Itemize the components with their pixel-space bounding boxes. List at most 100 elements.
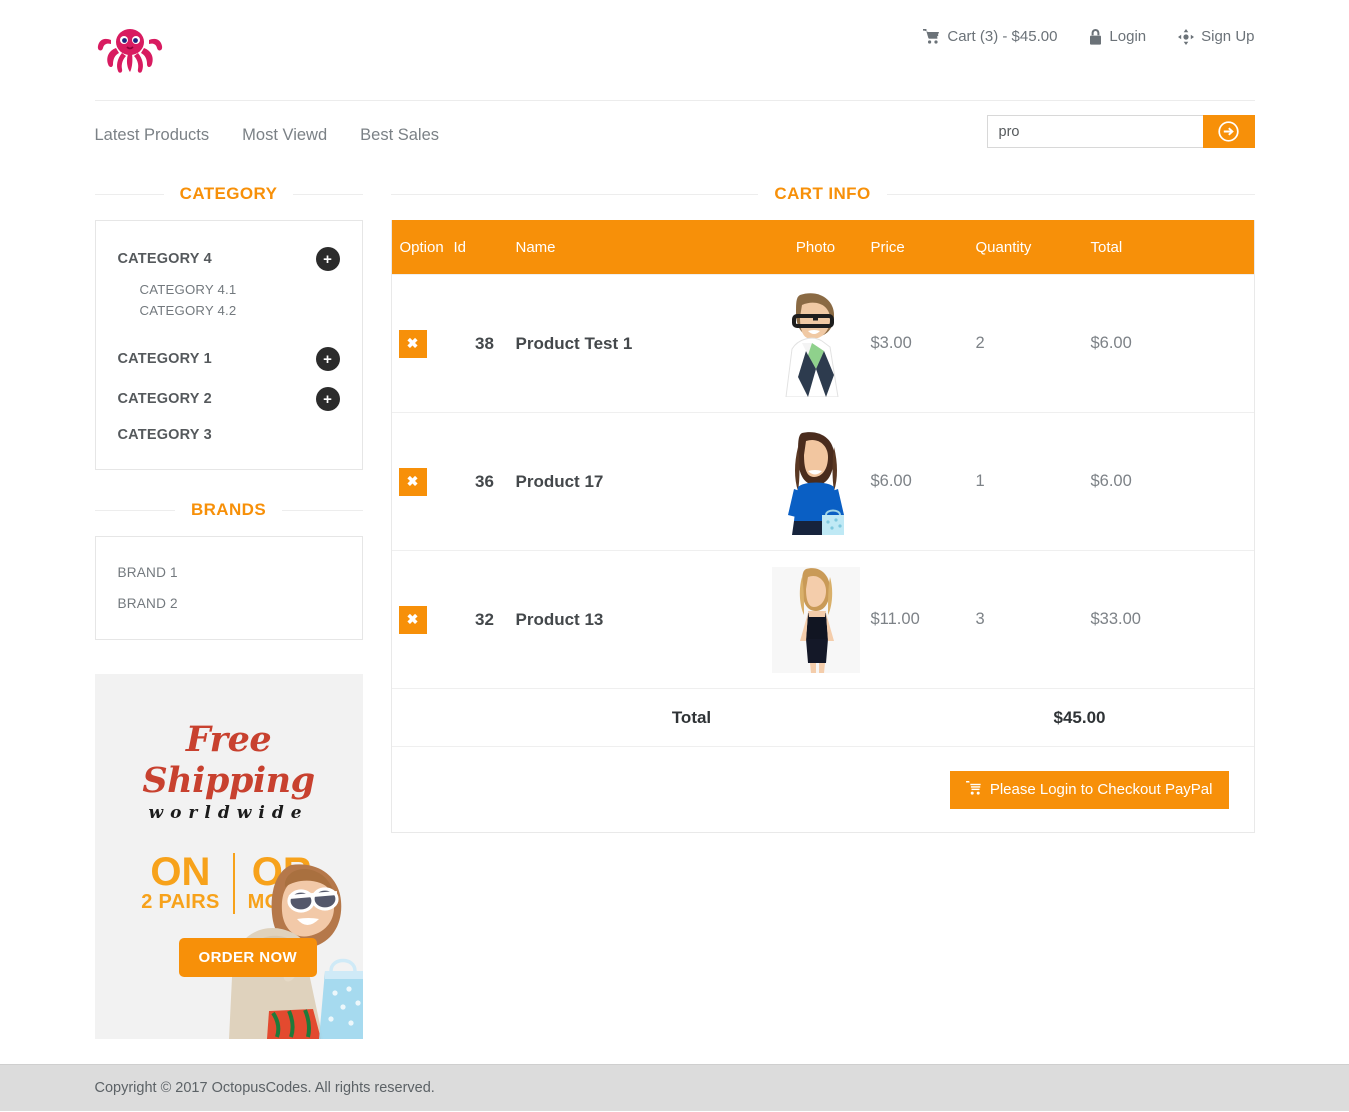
cell-id: 32 — [475, 609, 494, 629]
cell-option: ✖ — [392, 605, 454, 634]
category-item-1[interactable]: CATEGORY 1 + — [118, 339, 340, 379]
cell-quantity: 2 — [975, 334, 985, 352]
cell-total: $6.00 — [1090, 472, 1132, 490]
top-bar: Cart (3) - $45.00 Login Sign Up — [95, 0, 1255, 100]
cell-photo — [761, 566, 871, 673]
promo-banner-subtitle: worldwide — [148, 803, 309, 823]
cell-name: Product 13 — [515, 609, 604, 629]
cell-photo — [761, 291, 871, 397]
subcategory-4-1[interactable]: CATEGORY 4.1 — [140, 279, 340, 300]
search-box — [986, 115, 1255, 148]
column-header-price: Price — [870, 238, 905, 256]
cart-icon — [923, 29, 940, 44]
category-item-4-label: CATEGORY 4 — [117, 251, 212, 267]
cart-info-heading: CART INFO — [390, 184, 1255, 204]
main-area: CATEGORY CATEGORY 4 + CATEGORY 4.1 CATEG… — [94, 184, 1255, 1039]
category-item-1-expand-button[interactable]: + — [315, 347, 340, 371]
signup-link[interactable]: Sign Up — [1178, 28, 1255, 45]
cell-price: $11.00 — [870, 610, 920, 628]
cart-link-label: Cart (3) - $45.00 — [947, 28, 1058, 45]
cell-option: ✖ — [392, 467, 454, 496]
remove-item-button[interactable]: ✖ — [398, 605, 427, 634]
category-item-4-expand-button[interactable]: + — [315, 247, 340, 271]
octopus-icon — [97, 29, 162, 73]
divider-line-right — [293, 193, 363, 195]
footer: Copyright © 2017 OctopusCodes. All right… — [0, 1064, 1349, 1111]
cart-icon — [965, 780, 982, 799]
category-item-2-expand-button[interactable]: + — [315, 387, 340, 411]
order-now-button[interactable]: ORDER NOW — [178, 938, 318, 977]
brand-item-1[interactable]: BRAND 1 — [118, 557, 340, 588]
category-spacer — [118, 321, 340, 339]
category-item-3[interactable]: CATEGORY 3 — [118, 419, 340, 451]
checkout-row: Please Login to Checkout PayPal — [391, 746, 1254, 832]
brands-heading: BRANDS — [94, 500, 363, 520]
product-photo — [771, 566, 860, 673]
column-header-photo: Photo — [795, 238, 836, 256]
divider-line-right — [886, 193, 1255, 195]
cart-total-label: Total — [671, 707, 712, 727]
category-item-4[interactable]: CATEGORY 4 + — [118, 239, 340, 279]
remove-item-button[interactable]: ✖ — [398, 467, 427, 496]
login-link[interactable]: Login — [1089, 28, 1146, 45]
divider-line-left — [390, 193, 759, 195]
product-photo — [784, 292, 839, 397]
table-row: ✖ 36 Product 17 $6.00 1 $6.00 — [391, 412, 1254, 550]
category-item-3-label: CATEGORY 3 — [117, 427, 212, 443]
cell-total: $33.00 — [1090, 610, 1141, 628]
sidebar: CATEGORY CATEGORY 4 + CATEGORY 4.1 CATEG… — [94, 184, 363, 1039]
cart-info-heading-label: CART INFO — [774, 184, 871, 203]
checkout-paypal-button[interactable]: Please Login to Checkout PayPal — [949, 770, 1229, 809]
lock-icon — [1089, 28, 1102, 45]
signup-icon — [1178, 28, 1195, 45]
column-header-option: Option — [399, 238, 444, 256]
divider-line-left — [94, 509, 175, 511]
brands-panel: BRAND 1 BRAND 2 — [94, 536, 363, 640]
nav-item-most-viewed[interactable]: Most Viewd — [242, 126, 327, 145]
login-link-label: Login — [1109, 28, 1147, 45]
nav-bar: Latest Products Most Viewd Best Sales — [94, 100, 1255, 170]
remove-item-button[interactable]: ✖ — [398, 329, 427, 358]
signup-link-label: Sign Up — [1201, 28, 1255, 45]
category-heading: CATEGORY — [94, 184, 363, 204]
divider-line-left — [94, 193, 164, 195]
search-submit-button[interactable] — [1202, 115, 1255, 148]
cell-name: Product 17 — [515, 471, 604, 491]
nav-item-best-sales[interactable]: Best Sales — [360, 126, 439, 145]
cell-total: $6.00 — [1090, 334, 1132, 352]
category-4-subcategories: CATEGORY 4.1 CATEGORY 4.2 — [118, 279, 340, 321]
octopus-logo[interactable] — [95, 18, 165, 78]
brands-heading-label: BRANDS — [190, 500, 267, 519]
column-header-id: Id — [453, 238, 467, 256]
cart-link[interactable]: Cart (3) - $45.00 — [923, 28, 1057, 45]
cart-table-header: Option Id Name Photo Price Quantity Tota… — [391, 220, 1254, 274]
subcategory-4-2[interactable]: CATEGORY 4.2 — [140, 300, 340, 321]
cell-id: 38 — [475, 333, 494, 353]
cell-price: $6.00 — [870, 472, 912, 490]
table-row: ✖ 38 Product Test 1 $3.00 2 $6.00 — [391, 274, 1254, 412]
cell-option: ✖ — [392, 329, 454, 358]
category-heading-label: CATEGORY — [179, 184, 278, 203]
cell-price: $3.00 — [870, 334, 912, 352]
column-header-quantity: Quantity — [975, 238, 1032, 256]
cell-quantity: 1 — [975, 472, 985, 490]
nav-links: Latest Products Most Viewd Best Sales — [95, 126, 440, 145]
top-links: Cart (3) - $45.00 Login Sign Up — [923, 28, 1255, 45]
product-photo — [787, 431, 844, 535]
cart-table: Option Id Name Photo Price Quantity Tota… — [390, 220, 1255, 833]
footer-copyright: Copyright © 2017 OctopusCodes. All right… — [94, 1080, 435, 1096]
category-item-2[interactable]: CATEGORY 2 + — [118, 379, 340, 419]
promo-banner[interactable]: Free Shipping worldwide ON 2 PAIRS OR MO… — [94, 674, 363, 1039]
nav-item-latest-products[interactable]: Latest Products — [95, 126, 210, 145]
cell-name: Product Test 1 — [515, 333, 633, 353]
cart-total-row: Total $45.00 — [391, 688, 1254, 746]
divider-line-right — [282, 509, 363, 511]
cell-id: 36 — [475, 471, 494, 491]
brand-item-2[interactable]: BRAND 2 — [118, 588, 340, 619]
category-panel: CATEGORY 4 + CATEGORY 4.1 CATEGORY 4.2 C… — [94, 220, 363, 470]
promo-banner-title: Free Shipping — [142, 719, 315, 801]
column-header-total: Total — [1090, 238, 1123, 256]
column-header-name: Name — [515, 238, 556, 256]
cell-photo — [761, 429, 871, 535]
search-input[interactable] — [986, 115, 1203, 148]
